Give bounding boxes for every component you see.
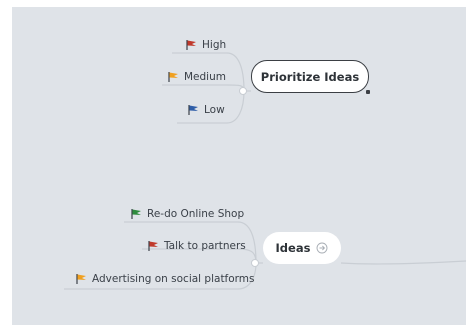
collapse-toggle-ideas[interactable] bbox=[251, 259, 259, 267]
branch-talk-to-partners[interactable]: Talk to partners bbox=[147, 240, 246, 252]
resize-handle[interactable] bbox=[366, 90, 370, 94]
red-flag-icon bbox=[186, 40, 196, 50]
branch-label: Re-do Online Shop bbox=[147, 208, 245, 220]
topic-ideas[interactable]: Ideas bbox=[263, 232, 341, 264]
orange-flag-icon bbox=[168, 72, 178, 82]
branch-high[interactable]: High bbox=[185, 39, 226, 51]
branch-label: Low bbox=[204, 104, 225, 116]
branch-redo-online-shop[interactable]: Re-do Online Shop bbox=[130, 208, 244, 220]
blue-flag-icon bbox=[188, 105, 198, 115]
topic-label: Ideas bbox=[275, 241, 311, 255]
central-topic-prioritize-ideas[interactable]: Prioritize Ideas bbox=[251, 60, 370, 94]
mindmap-canvas[interactable]: High Medium Low Prioritize Ideas Re-do O… bbox=[12, 7, 466, 325]
collapse-toggle-prioritize[interactable] bbox=[239, 87, 247, 95]
arrow-right-circle-icon[interactable] bbox=[316, 242, 328, 254]
orange-flag-icon bbox=[76, 274, 86, 284]
branch-label: Medium bbox=[184, 71, 226, 83]
red-flag-icon bbox=[148, 241, 158, 251]
branch-low[interactable]: Low bbox=[187, 104, 225, 116]
green-flag-icon bbox=[131, 209, 141, 219]
branch-advertising-social[interactable]: Advertising on social platforms bbox=[75, 273, 255, 285]
branch-label: Talk to partners bbox=[164, 240, 246, 252]
branch-label: Advertising on social platforms bbox=[92, 273, 255, 285]
topic-label: Prioritize Ideas bbox=[260, 69, 360, 84]
branch-medium[interactable]: Medium bbox=[167, 71, 226, 83]
branch-label: High bbox=[202, 39, 227, 51]
